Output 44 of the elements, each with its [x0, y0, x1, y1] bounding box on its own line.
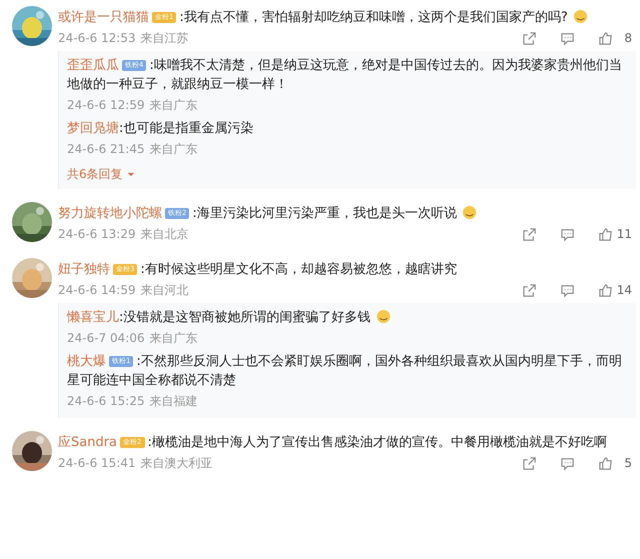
reply-time: 24-6-6 12:59	[67, 98, 145, 112]
share-icon[interactable]	[522, 30, 537, 46]
reply-time: 24-6-7 04:06	[67, 331, 145, 345]
user-name[interactable]: 或许是一只猫猫	[58, 10, 149, 25]
like-count: 5	[623, 456, 632, 470]
reply-location: 来自广东	[150, 140, 198, 158]
share-icon[interactable]	[522, 456, 537, 470]
comment-icon[interactable]	[560, 282, 575, 298]
user-name[interactable]: 应Sandra	[58, 435, 118, 450]
reply-location: 来自广东	[150, 330, 198, 346]
user-name[interactable]: 懒喜宝儿	[67, 310, 119, 325]
like-icon[interactable]	[598, 456, 613, 470]
more-replies-link[interactable]: 共6条回复	[67, 160, 135, 183]
like-count: 8	[623, 31, 632, 45]
like-count: 11	[616, 227, 632, 241]
like-count: 14	[616, 283, 632, 297]
reply-location: 来自广东	[150, 96, 198, 114]
comment-icon[interactable]	[560, 30, 575, 46]
caret-icon	[126, 172, 135, 177]
reply-time: 24-6-6 21:45	[67, 142, 145, 156]
comment-icon[interactable]	[560, 226, 575, 242]
user-name[interactable]: 歪歪瓜瓜	[67, 58, 119, 73]
comment-icon[interactable]	[560, 456, 575, 470]
user-name[interactable]: 妞子独特	[58, 262, 110, 277]
comment-time: 24-6-6 15:41	[58, 456, 136, 470]
share-icon[interactable]	[522, 226, 537, 242]
comment-location: 来自北京	[140, 226, 189, 242]
user-name[interactable]: 梦回凫塘	[67, 121, 119, 136]
reply-time: 24-6-6 15:25	[67, 394, 145, 408]
user-name[interactable]: 努力旋转地小陀螺	[58, 206, 162, 221]
comment-location: 来自江苏	[140, 30, 189, 46]
reply-location: 来自福建	[150, 392, 198, 410]
like-icon[interactable]	[598, 30, 613, 46]
comment-location: 来自澳大利亚	[140, 454, 213, 472]
comment-time: 24-6-6 13:29	[58, 227, 136, 241]
user-name[interactable]: 桃大爆	[67, 354, 106, 369]
comment-location: 来自河北	[140, 282, 189, 298]
share-icon[interactable]	[522, 282, 537, 298]
reply-text: 梦回凫塘:也可能是指重金属污染	[67, 120, 254, 138]
like-icon[interactable]	[598, 226, 613, 242]
comment-time: 24-6-6 12:53	[58, 31, 136, 45]
like-icon[interactable]	[598, 282, 613, 298]
comment-time: 24-6-6 14:59	[58, 283, 136, 297]
reply-text: 懒喜宝儿:没错就是这智商被她所谓的闺蜜骗了好多钱	[67, 305, 628, 327]
